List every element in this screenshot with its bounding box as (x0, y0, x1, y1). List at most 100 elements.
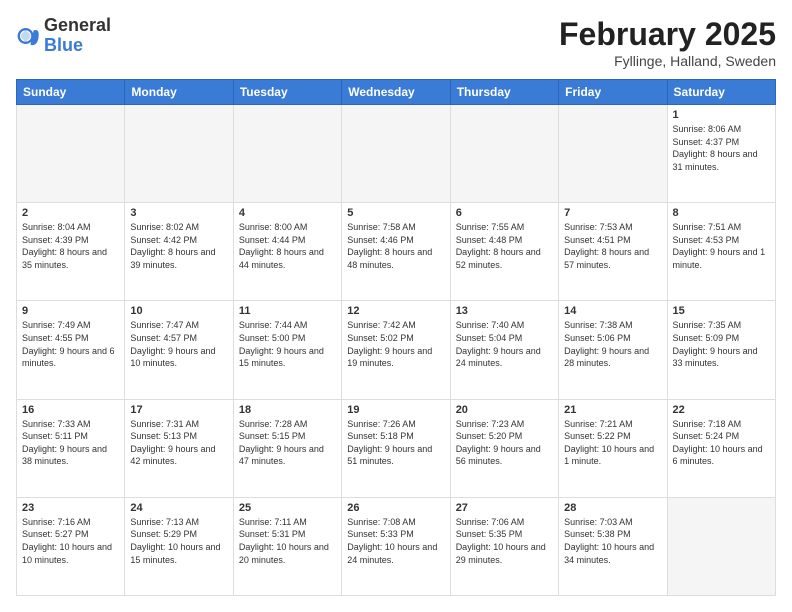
day-cell-w3-d6: 14 Sunrise: 7:38 AM Sunset: 5:06 PM Dayli… (559, 301, 667, 399)
day-number: 7 (564, 207, 661, 219)
day-info: Sunrise: 7:16 AM Sunset: 5:27 PM Dayligh… (22, 516, 119, 566)
day-cell-w5-d6: 28Sunrise: 7:03 AM Sunset: 5:38 PM Dayli… (559, 497, 667, 595)
day-number: 21 (564, 404, 661, 416)
col-monday: Monday (125, 80, 233, 105)
day-number: 15 (673, 305, 770, 317)
day-number: 10 (130, 305, 227, 317)
week-row-2: 2 Sunrise: 8:04 AM Sunset: 4:39 PM Daylig… (17, 203, 776, 301)
logo: General Blue (16, 16, 111, 56)
day-cell-w1-d2 (125, 105, 233, 203)
calendar-table: Sunday Monday Tuesday Wednesday Thursday… (16, 79, 776, 596)
day-number: 13 (456, 305, 553, 317)
col-tuesday: Tuesday (233, 80, 341, 105)
day-cell-w2-d5: 6Sunrise: 7:55 AM Sunset: 4:48 PM Daylig… (450, 203, 558, 301)
day-cell-w1-d1 (17, 105, 125, 203)
calendar-header-row: Sunday Monday Tuesday Wednesday Thursday… (17, 80, 776, 105)
day-cell-w4-d7: 22 Sunrise: 7:18 AM Sunset: 5:24 PM Dayli… (667, 399, 775, 497)
day-info: Sunrise: 7:53 AM Sunset: 4:51 PM Dayligh… (564, 221, 661, 271)
day-number: 22 (673, 404, 770, 416)
day-number: 12 (347, 305, 444, 317)
day-number: 20 (456, 404, 553, 416)
week-row-1: 1 Sunrise: 8:06 AM Sunset: 4:37 PM Daylig… (17, 105, 776, 203)
day-info: Sunrise: 8:06 AM Sunset: 4:37 PM Dayligh… (673, 123, 770, 173)
day-cell-w2-d6: 7 Sunrise: 7:53 AM Sunset: 4:51 PM Daylig… (559, 203, 667, 301)
day-cell-w3-d5: 13 Sunrise: 7:40 AM Sunset: 5:04 PM Dayli… (450, 301, 558, 399)
day-cell-w1-d5 (450, 105, 558, 203)
day-info: Sunrise: 8:02 AM Sunset: 4:42 PM Dayligh… (130, 221, 227, 271)
day-number: 3 (130, 207, 227, 219)
header: General Blue February 2025 Fyllinge, Hal… (16, 16, 776, 69)
subtitle: Fyllinge, Halland, Sweden (559, 53, 776, 69)
day-info: Sunrise: 7:11 AM Sunset: 5:31 PM Dayligh… (239, 516, 336, 566)
day-info: Sunrise: 7:31 AM Sunset: 5:13 PM Dayligh… (130, 418, 227, 468)
day-number: 9 (22, 305, 119, 317)
day-cell-w1-d4 (342, 105, 450, 203)
day-number: 16 (22, 404, 119, 416)
day-info: Sunrise: 7:58 AM Sunset: 4:46 PM Dayligh… (347, 221, 444, 271)
day-cell-w2-d7: 8Sunrise: 7:51 AM Sunset: 4:53 PM Daylig… (667, 203, 775, 301)
day-info: Sunrise: 8:04 AM Sunset: 4:39 PM Dayligh… (22, 221, 119, 271)
day-cell-w2-d2: 3 Sunrise: 8:02 AM Sunset: 4:42 PM Daylig… (125, 203, 233, 301)
day-number: 28 (564, 502, 661, 514)
day-cell-w3-d3: 11 Sunrise: 7:44 AM Sunset: 5:00 PM Dayli… (233, 301, 341, 399)
day-info: Sunrise: 8:00 AM Sunset: 4:44 PM Dayligh… (239, 221, 336, 271)
day-cell-w4-d4: 19Sunrise: 7:26 AM Sunset: 5:18 PM Dayli… (342, 399, 450, 497)
day-number: 24 (130, 502, 227, 514)
day-number: 17 (130, 404, 227, 416)
day-cell-w1-d3 (233, 105, 341, 203)
day-cell-w2-d4: 5Sunrise: 7:58 AM Sunset: 4:46 PM Daylig… (342, 203, 450, 301)
day-cell-w5-d3: 25 Sunrise: 7:11 AM Sunset: 5:31 PM Dayli… (233, 497, 341, 595)
day-info: Sunrise: 7:33 AM Sunset: 5:11 PM Dayligh… (22, 418, 119, 468)
day-cell-w3-d2: 10 Sunrise: 7:47 AM Sunset: 4:57 PM Dayli… (125, 301, 233, 399)
day-cell-w5-d2: 24Sunrise: 7:13 AM Sunset: 5:29 PM Dayli… (125, 497, 233, 595)
day-cell-w2-d3: 4 Sunrise: 8:00 AM Sunset: 4:44 PM Daylig… (233, 203, 341, 301)
day-info: Sunrise: 7:28 AM Sunset: 5:15 PM Dayligh… (239, 418, 336, 468)
day-number: 6 (456, 207, 553, 219)
day-number: 8 (673, 207, 770, 219)
day-number: 23 (22, 502, 119, 514)
day-info: Sunrise: 7:21 AM Sunset: 5:22 PM Dayligh… (564, 418, 661, 468)
day-cell-w5-d1: 23 Sunrise: 7:16 AM Sunset: 5:27 PM Dayli… (17, 497, 125, 595)
col-thursday: Thursday (450, 80, 558, 105)
day-info: Sunrise: 7:42 AM Sunset: 5:02 PM Dayligh… (347, 319, 444, 369)
day-number: 19 (347, 404, 444, 416)
day-number: 27 (456, 502, 553, 514)
day-cell-w2-d1: 2 Sunrise: 8:04 AM Sunset: 4:39 PM Daylig… (17, 203, 125, 301)
day-number: 25 (239, 502, 336, 514)
day-cell-w3-d4: 12 Sunrise: 7:42 AM Sunset: 5:02 PM Dayli… (342, 301, 450, 399)
day-cell-w5-d7 (667, 497, 775, 595)
month-title: February 2025 (559, 16, 776, 53)
day-number: 14 (564, 305, 661, 317)
day-number: 18 (239, 404, 336, 416)
day-info: Sunrise: 7:47 AM Sunset: 4:57 PM Dayligh… (130, 319, 227, 369)
day-cell-w4-d3: 18 Sunrise: 7:28 AM Sunset: 5:15 PM Dayli… (233, 399, 341, 497)
day-info: Sunrise: 7:23 AM Sunset: 5:20 PM Dayligh… (456, 418, 553, 468)
day-cell-w5-d5: 27 Sunrise: 7:06 AM Sunset: 5:35 PM Dayli… (450, 497, 558, 595)
day-cell-w1-d6 (559, 105, 667, 203)
week-row-3: 9 Sunrise: 7:49 AM Sunset: 4:55 PM Daylig… (17, 301, 776, 399)
day-info: Sunrise: 7:44 AM Sunset: 5:00 PM Dayligh… (239, 319, 336, 369)
col-saturday: Saturday (667, 80, 775, 105)
day-info: Sunrise: 7:06 AM Sunset: 5:35 PM Dayligh… (456, 516, 553, 566)
week-row-4: 16 Sunrise: 7:33 AM Sunset: 5:11 PM Dayli… (17, 399, 776, 497)
day-info: Sunrise: 7:38 AM Sunset: 5:06 PM Dayligh… (564, 319, 661, 369)
day-number: 11 (239, 305, 336, 317)
day-info: Sunrise: 7:08 AM Sunset: 5:33 PM Dayligh… (347, 516, 444, 566)
day-number: 2 (22, 207, 119, 219)
day-cell-w1-d7: 1 Sunrise: 8:06 AM Sunset: 4:37 PM Daylig… (667, 105, 775, 203)
day-number: 4 (239, 207, 336, 219)
col-sunday: Sunday (17, 80, 125, 105)
day-info: Sunrise: 7:49 AM Sunset: 4:55 PM Dayligh… (22, 319, 119, 369)
day-cell-w4-d5: 20 Sunrise: 7:23 AM Sunset: 5:20 PM Dayli… (450, 399, 558, 497)
week-row-5: 23 Sunrise: 7:16 AM Sunset: 5:27 PM Dayli… (17, 497, 776, 595)
day-cell-w4-d1: 16 Sunrise: 7:33 AM Sunset: 5:11 PM Dayli… (17, 399, 125, 497)
col-friday: Friday (559, 80, 667, 105)
title-block: February 2025 Fyllinge, Halland, Sweden (559, 16, 776, 69)
day-info: Sunrise: 7:18 AM Sunset: 5:24 PM Dayligh… (673, 418, 770, 468)
logo-text: General Blue (44, 16, 111, 56)
day-cell-w3-d1: 9 Sunrise: 7:49 AM Sunset: 4:55 PM Daylig… (17, 301, 125, 399)
day-cell-w4-d2: 17 Sunrise: 7:31 AM Sunset: 5:13 PM Dayli… (125, 399, 233, 497)
day-cell-w5-d4: 26Sunrise: 7:08 AM Sunset: 5:33 PM Dayli… (342, 497, 450, 595)
day-number: 1 (673, 109, 770, 121)
day-info: Sunrise: 7:40 AM Sunset: 5:04 PM Dayligh… (456, 319, 553, 369)
